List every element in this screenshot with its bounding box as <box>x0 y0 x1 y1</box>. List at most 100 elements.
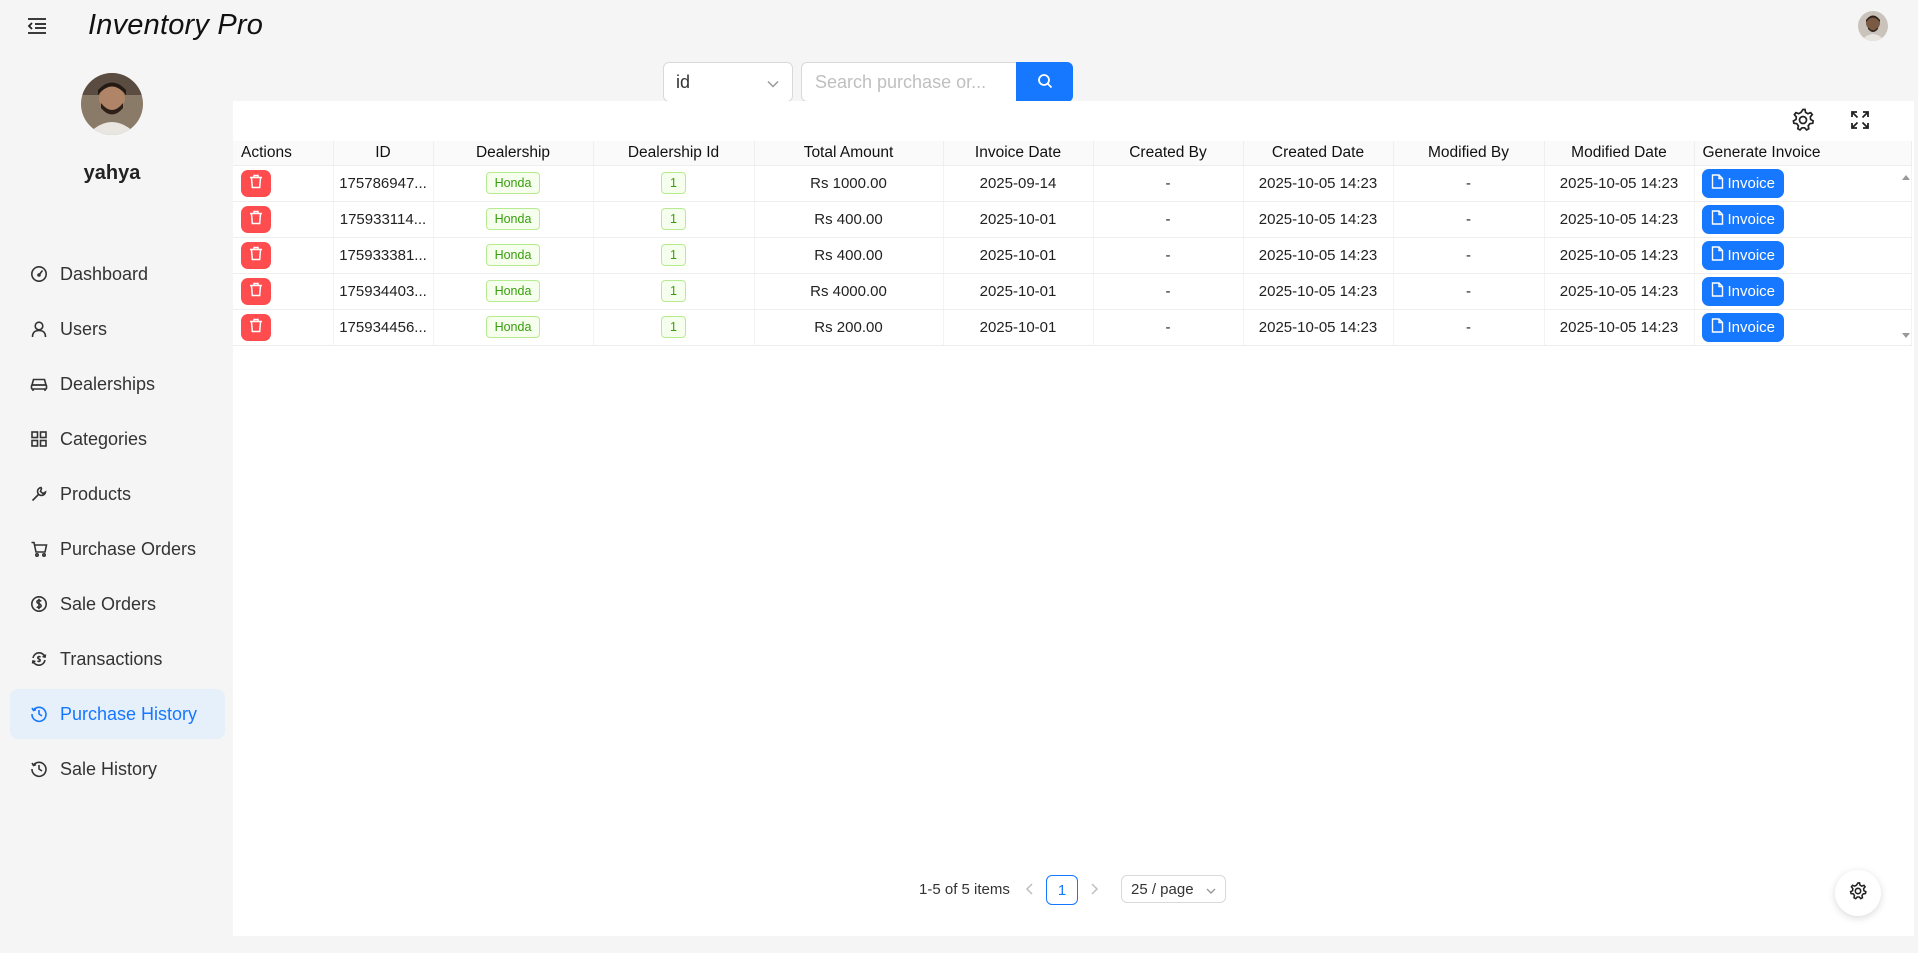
column-header[interactable]: Created By <box>1093 141 1244 166</box>
menu-fold-icon[interactable] <box>26 16 52 38</box>
sidebar-item-sale-history[interactable]: Sale History <box>10 744 225 794</box>
dealership-id-tag: 1 <box>661 280 686 302</box>
column-header[interactable]: Generate Invoice <box>1694 141 1912 166</box>
invoice-button[interactable]: Invoice <box>1701 204 1785 234</box>
column-header[interactable]: Dealership <box>433 141 594 166</box>
invoice-button-label: Invoice <box>1727 282 1776 300</box>
sidebar-item-purchase-orders[interactable]: Purchase Orders <box>10 524 225 574</box>
file-icon <box>1711 173 1728 193</box>
generate-invoice-cell: Invoice <box>1694 165 1912 202</box>
table-row: 175934403... Honda 1 Rs 4000.00 2025-10-… <box>233 273 1912 310</box>
dealership-id-tag: 1 <box>661 172 686 194</box>
id-cell: 175934403... <box>333 273 434 310</box>
total-amount-cell: Rs 400.00 <box>754 237 944 274</box>
scroll-up-arrow-icon[interactable] <box>1902 175 1910 180</box>
generate-invoice-cell: Invoice <box>1694 237 1912 274</box>
trash-icon <box>249 174 263 192</box>
column-header[interactable]: Invoice Date <box>943 141 1094 166</box>
chevron-down-icon <box>1205 884 1217 901</box>
sidebar-nav: Dashboard Users Dealerships Categories P… <box>10 249 225 799</box>
sidebar-item-users[interactable]: Users <box>10 304 225 354</box>
fullscreen-icon[interactable] <box>1849 109 1871 131</box>
sidebar-item-label: Transactions <box>60 648 163 669</box>
dealership-cell: Honda <box>433 309 594 346</box>
modified-by-cell: - <box>1393 237 1545 274</box>
app-title: Inventory Pro <box>88 9 264 41</box>
dealership-id-cell: 1 <box>593 201 755 238</box>
trash-icon <box>249 246 263 264</box>
sidebar-item-categories[interactable]: Categories <box>10 414 225 464</box>
sidebar-item-products[interactable]: Products <box>10 469 225 519</box>
table-scrollbar[interactable] <box>1899 169 1913 349</box>
generate-invoice-cell: Invoice <box>1694 309 1912 346</box>
delete-button[interactable] <box>241 313 271 341</box>
sidebar-item-label: Categories <box>60 428 148 449</box>
modified-date-cell: 2025-10-05 14:23 <box>1544 309 1695 346</box>
invoice-button[interactable]: Invoice <box>1701 312 1785 342</box>
modified-by-cell: - <box>1393 201 1545 238</box>
page-size-select[interactable]: 25 / page <box>1121 875 1226 903</box>
invoice-date-cell: 2025-09-14 <box>943 165 1094 202</box>
trash-icon <box>249 282 263 300</box>
table-row: 175933114... Honda 1 Rs 400.00 2025-10-0… <box>233 201 1912 238</box>
sidebar-item-label: Sale Orders <box>60 593 157 614</box>
trash-icon <box>249 318 263 336</box>
column-header[interactable]: Modified Date <box>1544 141 1695 166</box>
total-amount-cell: Rs 4000.00 <box>754 273 944 310</box>
created-date-cell: 2025-10-05 14:23 <box>1243 273 1394 310</box>
search-field-select[interactable]: id <box>663 62 793 102</box>
search-input[interactable] <box>801 62 1017 102</box>
modified-date-cell: 2025-10-05 14:23 <box>1544 237 1695 274</box>
invoice-date-cell: 2025-10-01 <box>943 237 1094 274</box>
column-header[interactable]: Dealership Id <box>593 141 755 166</box>
scroll-down-arrow-icon[interactable] <box>1902 333 1910 338</box>
pagination-next-icon[interactable] <box>1087 880 1103 898</box>
column-header[interactable]: ID <box>333 141 434 166</box>
sidebar-item-purchase-history[interactable]: Purchase History <box>10 689 225 739</box>
dealership-cell: Honda <box>433 237 594 274</box>
id-cell: 175933114... <box>333 201 434 238</box>
pagination-prev-icon[interactable] <box>1023 880 1039 898</box>
total-amount-cell: Rs 1000.00 <box>754 165 944 202</box>
sidebar-item-dashboard[interactable]: Dashboard <box>10 249 225 299</box>
delete-button[interactable] <box>241 277 271 305</box>
floating-settings-button[interactable] <box>1835 870 1881 916</box>
delete-button[interactable] <box>241 241 271 269</box>
table-header-row: Actions ID Dealership Dealership Id Tota… <box>233 141 1912 166</box>
search-icon <box>1037 73 1053 92</box>
user-icon <box>30 320 48 338</box>
transaction-icon <box>30 650 48 668</box>
search-button[interactable] <box>1016 62 1073 102</box>
column-header[interactable]: Modified By <box>1393 141 1545 166</box>
invoice-button[interactable]: Invoice <box>1701 240 1785 270</box>
dealership-cell: Honda <box>433 201 594 238</box>
column-header[interactable]: Total Amount <box>754 141 944 166</box>
sidebar-item-sale-orders[interactable]: Sale Orders <box>10 579 225 629</box>
dealership-id-tag: 1 <box>661 316 686 338</box>
pagination-page-1[interactable]: 1 <box>1046 875 1078 905</box>
dealership-tag: Honda <box>485 208 541 230</box>
column-header[interactable]: Actions <box>233 141 334 166</box>
modified-by-cell: - <box>1393 165 1545 202</box>
dealership-tag: Honda <box>485 280 541 302</box>
id-cell: 175934456... <box>333 309 434 346</box>
invoice-date-cell: 2025-10-01 <box>943 309 1094 346</box>
invoice-button-label: Invoice <box>1727 318 1776 336</box>
chevron-down-icon <box>766 75 780 96</box>
delete-button[interactable] <box>241 169 271 197</box>
header-avatar[interactable] <box>1858 11 1888 41</box>
profile-avatar[interactable] <box>81 73 143 135</box>
modified-date-cell: 2025-10-05 14:23 <box>1544 273 1695 310</box>
dealership-tag: Honda <box>485 172 541 194</box>
sidebar-item-dealerships[interactable]: Dealerships <box>10 359 225 409</box>
dealership-tag: Honda <box>485 244 541 266</box>
file-icon <box>1711 317 1728 337</box>
delete-button[interactable] <box>241 205 271 233</box>
column-header[interactable]: Created Date <box>1243 141 1394 166</box>
sidebar-item-transactions[interactable]: Transactions <box>10 634 225 684</box>
column-settings-icon[interactable] <box>1790 107 1816 133</box>
id-cell: 175933381... <box>333 237 434 274</box>
car-icon <box>30 375 48 393</box>
invoice-button[interactable]: Invoice <box>1701 276 1785 306</box>
invoice-button[interactable]: Invoice <box>1701 168 1785 198</box>
